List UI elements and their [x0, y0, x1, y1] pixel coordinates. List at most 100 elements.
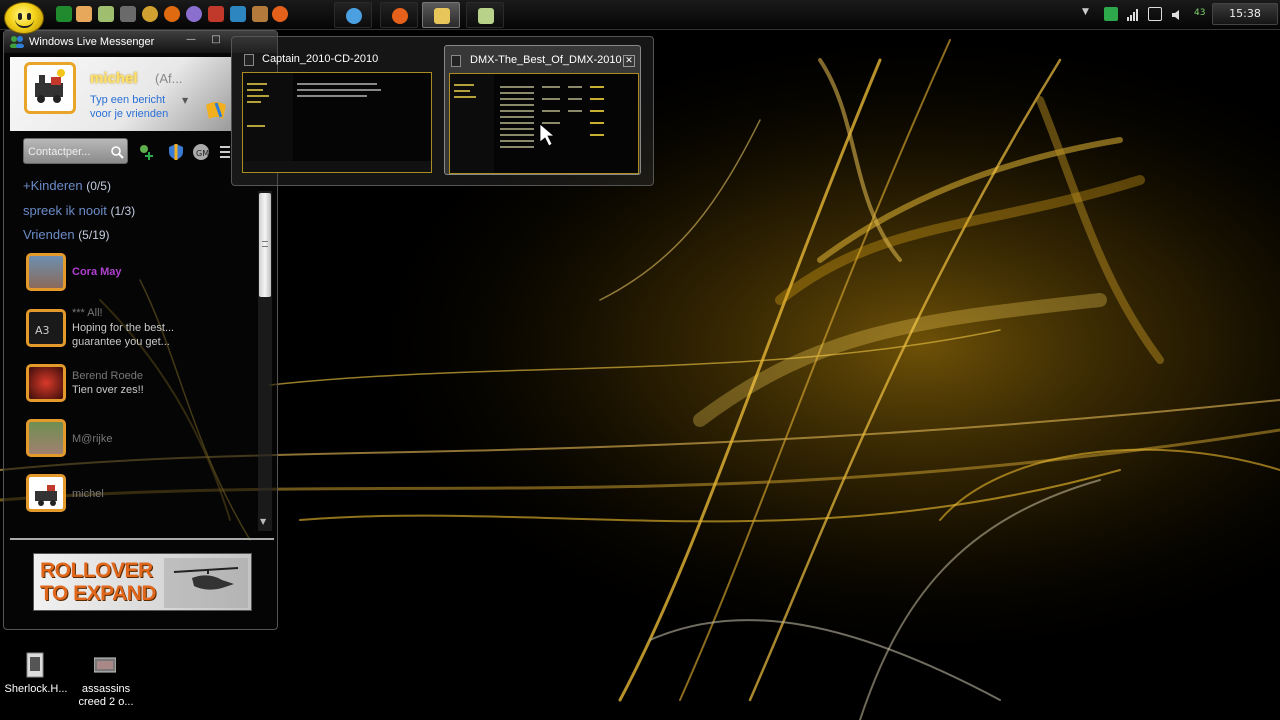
film-icon	[94, 657, 116, 673]
taskbar-firefox-button[interactable]	[380, 2, 418, 28]
search-icon[interactable]	[110, 145, 124, 159]
profile-card: michel (Af... Typ een bericht voor je vr…	[10, 57, 232, 131]
quicklaunch-icon[interactable]	[120, 6, 136, 22]
contact-name: *** All!	[72, 307, 103, 319]
desktop-icon[interactable]: assassins creed 2 o...	[70, 648, 142, 714]
firefox-icon[interactable]	[272, 6, 288, 22]
peek-window-title: Captain_2010-CD-2010	[262, 53, 379, 65]
taskbar: ▼ 43 15:38	[0, 0, 1280, 30]
contact-message: guarantee you get...	[72, 336, 170, 348]
profile-avatar[interactable]	[24, 62, 76, 114]
folder-icon	[451, 55, 461, 67]
group-name: spreek ik nooit	[23, 203, 107, 218]
contact-search[interactable]	[23, 138, 128, 164]
clock-button[interactable]: 15:38	[1212, 3, 1278, 25]
contact-avatar[interactable]	[26, 253, 66, 291]
contact-avatar[interactable]	[26, 419, 66, 457]
ad-text: ROLLOVER	[40, 559, 153, 582]
maximize-button[interactable]: □	[209, 35, 223, 47]
shield-icon[interactable]	[167, 143, 185, 161]
peek-thumbnail[interactable]	[242, 72, 432, 173]
quicklaunch-icon[interactable]	[142, 6, 158, 22]
quicklaunch-icon[interactable]	[186, 6, 202, 22]
tray-signal-icon[interactable]	[1126, 7, 1140, 21]
messenger-icon	[346, 8, 362, 24]
helicopter-icon	[164, 558, 248, 608]
contact-name: M@rijke	[72, 433, 113, 445]
video-file-icon	[26, 652, 44, 678]
firefox-icon	[392, 8, 408, 24]
desktop-icon[interactable]: Sherlock.H...	[0, 648, 72, 714]
svg-text:A3: A3	[35, 324, 50, 337]
tray-temperature: 43	[1194, 8, 1206, 18]
peek-window[interactable]: Captain_2010-CD-2010	[238, 45, 435, 175]
contact-message: Hoping for the best...	[72, 322, 175, 334]
group-count: (0/5)	[86, 179, 111, 193]
mouse-cursor-icon	[539, 123, 556, 147]
quicklaunch-icon[interactable]	[230, 6, 246, 22]
quicklaunch-icon[interactable]	[98, 6, 114, 22]
taskbar-notepad-button[interactable]	[466, 2, 504, 28]
search-input[interactable]	[28, 144, 106, 160]
contact-message: Tien over zes!!	[72, 384, 144, 396]
clock-time: 15:38	[1229, 7, 1261, 20]
peek-window-title: DMX-The_Best_Of_DMX-2010	[470, 54, 622, 66]
contact-list-scrollbar[interactable]: ▼	[258, 191, 272, 531]
messenger-title: Windows Live Messenger	[29, 36, 155, 48]
train-icon	[35, 69, 65, 103]
personal-message-line2[interactable]: voor je vrienden	[90, 108, 168, 120]
contact-avatar[interactable]: A3	[26, 309, 66, 347]
personal-message-line1[interactable]: Typ een bericht	[90, 94, 165, 106]
contact-avatar[interactable]	[26, 474, 66, 512]
taskbar-explorer-button[interactable]	[422, 2, 460, 28]
contact-layout-icon[interactable]: GM	[192, 143, 210, 161]
tray-check-icon[interactable]	[1104, 7, 1118, 21]
train-icon	[35, 485, 57, 506]
group-name: Vrienden	[23, 227, 75, 242]
notepad-icon	[478, 8, 494, 24]
divider	[10, 538, 274, 540]
start-button[interactable]	[4, 2, 44, 34]
folder-icon	[244, 54, 254, 66]
peek-thumbnail[interactable]	[449, 73, 639, 174]
peek-window[interactable]: DMX-The_Best_Of_DMX-2010 ✕	[444, 45, 641, 175]
scrollbar-thumb[interactable]	[259, 193, 271, 297]
ad-text: TO EXPAND	[40, 582, 157, 605]
profile-status[interactable]: (Af...	[155, 71, 182, 86]
contact-name: Cora May	[72, 266, 122, 278]
windows-live-logo-icon	[206, 102, 226, 119]
contact-group[interactable]: +Kinderen (0/5)	[23, 178, 111, 193]
tray-volume-icon[interactable]	[1170, 7, 1184, 21]
contact-name: michel	[72, 488, 104, 500]
explorer-thumbnail-icon	[243, 73, 431, 172]
add-contact-icon[interactable]	[136, 143, 154, 161]
scroll-down-icon[interactable]: ▼	[260, 517, 266, 526]
chevron-down-icon[interactable]: ▼	[182, 96, 188, 105]
contact-group[interactable]: Vrienden (5/19)	[23, 227, 110, 242]
quicklaunch-icon[interactable]	[76, 6, 92, 22]
contact-avatar[interactable]	[26, 364, 66, 402]
profile-name[interactable]: michel	[90, 70, 138, 87]
quicklaunch-icon[interactable]	[208, 6, 224, 22]
minimize-button[interactable]: —	[184, 35, 198, 47]
ad-banner[interactable]: ROLLOVER TO EXPAND	[33, 553, 252, 611]
quicklaunch-icon[interactable]	[164, 6, 180, 22]
contact-group[interactable]: spreek ik nooit (1/3)	[23, 203, 135, 218]
desktop-icon-label: assassins	[81, 683, 131, 695]
explorer-thumbnail-icon	[450, 74, 604, 173]
svg-text:GM: GM	[196, 149, 209, 158]
tray-network-icon[interactable]	[1148, 7, 1162, 21]
desktop-icon-label: Sherlock.H...	[4, 683, 68, 695]
group-count: (1/3)	[110, 204, 136, 218]
quicklaunch-icon[interactable]	[252, 6, 268, 22]
desktop-icon-label: creed 2 o...	[78, 696, 134, 708]
folder-icon	[434, 8, 450, 24]
taskbar-peek-panel: Captain_2010-CD-2010 DMX-The_Best_Of_DMX…	[231, 36, 654, 186]
messenger-logo-icon	[10, 36, 24, 48]
tray-expand-icon[interactable]: ▼	[1082, 7, 1096, 21]
taskbar-messenger-button[interactable]	[334, 2, 372, 28]
clock-icon: A3	[35, 324, 50, 337]
group-name: +Kinderen	[23, 178, 83, 193]
quicklaunch-icon[interactable]	[56, 6, 72, 22]
close-icon[interactable]: ✕	[623, 55, 635, 67]
